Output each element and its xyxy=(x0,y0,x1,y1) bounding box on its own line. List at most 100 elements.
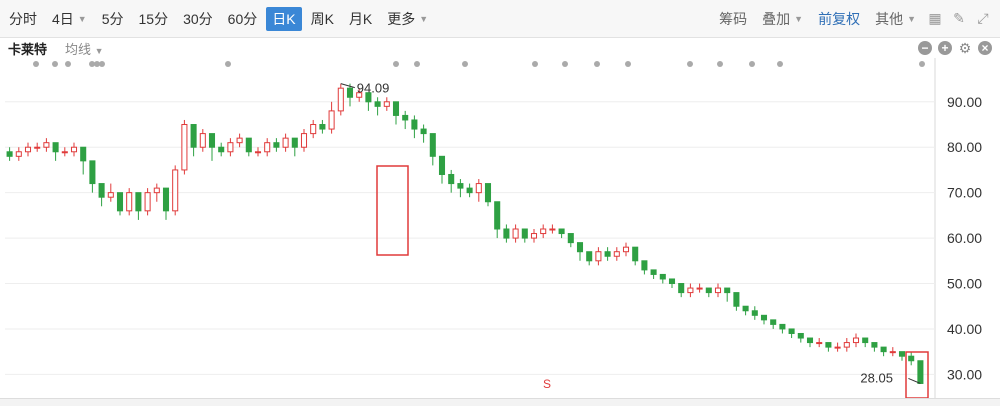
overlay-button[interactable]: 叠加 ▼ xyxy=(756,7,809,31)
candle-body xyxy=(779,323,786,330)
period-button-5min[interactable]: 5分 xyxy=(96,7,130,31)
candle-body xyxy=(871,342,878,348)
candle-body xyxy=(227,142,234,153)
candle-body xyxy=(438,155,446,175)
chart-header: 卡莱特 均线 ▼ − + ⚙ × xyxy=(0,38,1000,58)
candle-body xyxy=(402,114,409,121)
candle-body xyxy=(144,192,151,212)
candle-body xyxy=(346,87,354,98)
chevron-down-icon: ▼ xyxy=(907,13,916,24)
pencil-icon[interactable]: ✎ xyxy=(948,8,970,30)
candle-body xyxy=(558,228,565,235)
candle-body xyxy=(107,192,114,198)
candle-body xyxy=(89,160,96,185)
chevron-down-icon: ▼ xyxy=(794,13,804,24)
candle-body xyxy=(576,242,584,253)
period-button-monthly[interactable]: 月K xyxy=(343,7,378,31)
candle-body xyxy=(181,124,188,171)
candle-body xyxy=(15,151,22,157)
signal-marker: S xyxy=(543,377,551,391)
candle-body xyxy=(70,146,78,153)
candle-body xyxy=(687,287,694,294)
period-button-daily[interactable]: 日K xyxy=(266,6,302,31)
period-button-15min[interactable]: 15分 xyxy=(133,7,175,31)
period-button-intraday[interactable]: 分时 xyxy=(3,7,43,31)
candle-body xyxy=(457,183,464,189)
toolbar: 分时 4日 ▼ 5分 15分 30分 60分 日K 周K 月K 更多 ▼ 筹码 叠加… xyxy=(0,0,1000,38)
period-button-60min[interactable]: 60分 xyxy=(222,7,264,31)
period-button-30min[interactable]: 30分 xyxy=(177,7,219,31)
candle-body xyxy=(632,246,639,262)
candle-body xyxy=(190,124,197,148)
candle-body xyxy=(282,137,289,148)
candle-body xyxy=(383,101,390,107)
candle-body xyxy=(724,287,731,294)
ma-selector[interactable]: 均线 ▼ xyxy=(65,39,104,58)
candle-body xyxy=(319,124,326,130)
candle-body xyxy=(586,251,593,262)
candle-body xyxy=(733,292,740,307)
candle-body xyxy=(98,183,105,198)
candle-body xyxy=(135,192,142,212)
y-tick-label: 30.00 xyxy=(947,366,982,382)
chevron-down-icon: ▼ xyxy=(419,13,429,24)
event-marker xyxy=(99,61,105,67)
zoom-out-icon[interactable]: − xyxy=(918,41,932,55)
candle-body xyxy=(162,187,170,212)
candle-body xyxy=(530,233,538,239)
candle-body xyxy=(806,337,814,344)
candle-body xyxy=(622,246,630,253)
candle-body xyxy=(328,110,335,130)
candle-body xyxy=(613,251,620,257)
event-marker xyxy=(717,61,723,67)
candle-body xyxy=(116,192,124,212)
candle-body xyxy=(273,142,280,148)
chips-button[interactable]: 筹码 xyxy=(713,7,753,31)
candle-body xyxy=(549,228,556,231)
period-button-4day[interactable]: 4日 ▼ xyxy=(46,7,93,31)
candle-body xyxy=(540,228,547,235)
candle-body xyxy=(291,137,298,148)
candle-body xyxy=(567,233,574,244)
period-button-weekly[interactable]: 周K xyxy=(305,7,340,31)
low-price-label: 28.05 xyxy=(860,370,893,385)
candle-body xyxy=(880,346,887,353)
candle-body xyxy=(760,314,768,321)
expand-icon[interactable]: ⤢ xyxy=(972,8,994,30)
candle-body xyxy=(448,173,455,185)
other-button[interactable]: 其他 ▼ xyxy=(869,7,922,31)
candle-body xyxy=(80,146,87,162)
candle-body xyxy=(43,142,50,148)
candle-body xyxy=(742,305,749,312)
event-marker xyxy=(594,61,600,67)
candle-body xyxy=(917,360,924,384)
candle-body xyxy=(310,124,317,135)
candle-body xyxy=(374,101,381,107)
candle-body xyxy=(604,251,611,257)
candle-body xyxy=(512,228,519,239)
event-marker xyxy=(225,61,231,67)
candle-body xyxy=(650,269,657,275)
more-periods-button[interactable]: 更多 ▼ xyxy=(381,7,434,31)
zoom-in-icon[interactable]: + xyxy=(938,41,952,55)
chevron-down-icon: ▼ xyxy=(94,45,104,56)
y-tick-label: 50.00 xyxy=(947,276,982,292)
event-marker xyxy=(777,61,783,67)
gear-icon[interactable]: ⚙ xyxy=(958,41,972,55)
event-marker xyxy=(414,61,420,67)
candle-body xyxy=(494,201,501,230)
candle-body xyxy=(420,128,427,135)
candle-body xyxy=(199,133,206,148)
forward-adjust-button[interactable]: 前复权 xyxy=(812,7,866,31)
candle-body xyxy=(668,278,676,285)
candle-body xyxy=(595,251,602,262)
gap-highlight-box xyxy=(376,165,409,256)
grid-icon[interactable]: ▦ xyxy=(924,8,946,30)
candle-body xyxy=(475,183,482,194)
candlestick-chart[interactable]: 90.00 80.00 70.00 60.00 50.00 40.00 30.00 94.09… xyxy=(0,58,1000,398)
candle-body xyxy=(126,192,133,212)
candle-body xyxy=(6,151,13,157)
event-marker xyxy=(33,61,39,67)
close-icon[interactable]: × xyxy=(978,41,992,55)
candle-body xyxy=(751,310,758,316)
